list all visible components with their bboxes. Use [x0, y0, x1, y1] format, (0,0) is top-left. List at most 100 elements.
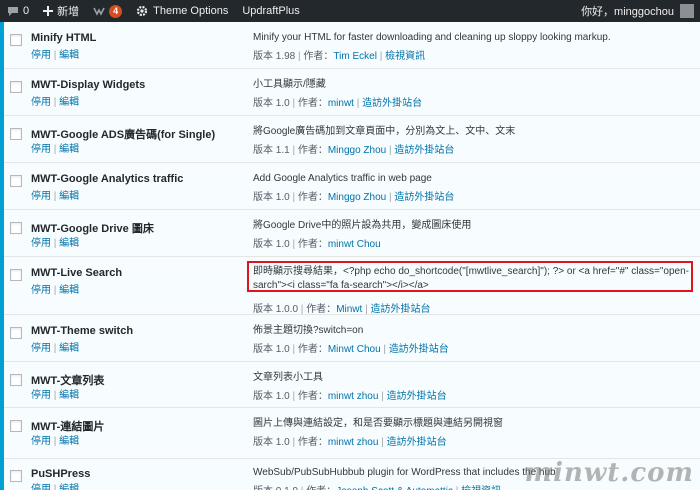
deactivate-link[interactable]: 停用 [31, 390, 51, 401]
deactivate-link[interactable]: 停用 [31, 97, 51, 108]
deactivate-link[interactable]: 停用 [31, 191, 51, 202]
plugin-description: Minify your HTML for faster downloading … [253, 32, 611, 43]
updates-menu[interactable]: 4 [86, 0, 129, 22]
edit-link[interactable]: 編輯 [59, 144, 79, 155]
plugin-site-link[interactable]: 造訪外掛站台 [394, 192, 454, 203]
author-link[interactable]: Minwt [336, 304, 362, 315]
plugin-description: 文章列表小工具 [253, 372, 323, 383]
edit-link[interactable]: 編輯 [59, 390, 79, 401]
author-link[interactable]: Joseph Scott & Automattic [336, 486, 453, 490]
plugin-site-link[interactable]: 造訪外掛站台 [370, 304, 430, 315]
plugin-site-link[interactable]: 造訪外掛站台 [389, 344, 449, 355]
avatar [680, 4, 694, 18]
edit-link[interactable]: 編輯 [59, 238, 79, 249]
plugin-checkbox[interactable] [10, 420, 22, 432]
author-link[interactable]: Tim Eckel [333, 51, 377, 62]
edit-link[interactable]: 編輯 [59, 343, 79, 354]
deactivate-link[interactable]: 停用 [31, 343, 51, 354]
new-label: 新增 [57, 6, 80, 18]
plugin-checkbox[interactable] [10, 175, 22, 187]
separator: | [51, 343, 60, 354]
comments-menu[interactable]: 0 [0, 0, 36, 22]
updates-count-badge: 4 [109, 4, 123, 18]
deactivate-link[interactable]: 停用 [31, 50, 51, 61]
plugin-version: 版本 1.0 [253, 344, 290, 355]
separator: | [51, 436, 60, 447]
edit-link[interactable]: 編輯 [59, 285, 79, 296]
plugin-site-link[interactable]: 造訪外掛站台 [362, 98, 422, 109]
plugin-version: 版本 1.0.0 [253, 304, 299, 315]
plugin-checkbox[interactable] [10, 269, 22, 281]
author-link[interactable]: Minggo Zhou [328, 192, 386, 203]
plugin-checkbox[interactable] [10, 34, 22, 46]
deactivate-link[interactable]: 停用 [31, 436, 51, 447]
plugin-meta: 版本 1.0.0 | 作者：Minwt | 造訪外掛站台 [253, 300, 430, 315]
comment-bubble-icon [7, 6, 19, 17]
plugin-checkbox[interactable] [10, 374, 22, 386]
separator: | [298, 304, 307, 315]
plugin-description: 小工具顯示/隱藏 [253, 79, 326, 90]
plugin-row: Minify HTML 停用 | 編輯 Minify your HTML for f… [0, 22, 700, 69]
plugin-name: PuSHPress [31, 468, 91, 480]
deactivate-link[interactable]: 停用 [31, 238, 51, 249]
plugin-meta: 版本 1.0 | 作者：Minwt Chou | 造訪外掛站台 [253, 340, 449, 355]
plugin-actions: 停用 | 編輯 [31, 187, 79, 202]
plugin-actions: 停用 | 編輯 [31, 432, 79, 447]
separator: | [380, 344, 389, 355]
plugin-name: MWT-Display Widgets [31, 79, 146, 91]
separator: | [298, 486, 306, 490]
updraftplus-label: UpdraftPlus [242, 5, 300, 17]
plugin-checkbox[interactable] [10, 128, 22, 140]
author-link[interactable]: minwt zhou [328, 391, 379, 402]
separator: | [289, 192, 298, 203]
plugin-version: 版本 1.0 [253, 192, 290, 203]
plugin-checkbox[interactable] [10, 222, 22, 234]
plugin-site-link[interactable]: 造訪外掛站台 [387, 437, 447, 448]
plugins-table: Minify HTML 停用 | 編輯 Minify your HTML for f… [0, 22, 700, 490]
plugin-meta: 版本 1.0 | 作者：minwt zhou | 造訪外掛站台 [253, 433, 447, 448]
comments-count: 0 [23, 5, 30, 17]
plugin-checkbox[interactable] [10, 470, 22, 482]
plugin-version: 版本 1.98 [253, 51, 296, 62]
theme-options-menu[interactable]: Theme Options [129, 0, 235, 22]
author-link[interactable]: minwt [328, 98, 354, 109]
plugin-site-link[interactable]: 造訪外掛站台 [387, 391, 447, 402]
deactivate-link[interactable]: 停用 [31, 144, 51, 155]
author-label: 作者： [297, 391, 328, 402]
author-link[interactable]: Minggo Zhou [328, 145, 386, 156]
author-link[interactable]: minwt zhou [328, 437, 379, 448]
plugin-actions: 停用 | 編輯 [31, 386, 79, 401]
updraftplus-menu[interactable]: UpdraftPlus [235, 0, 306, 22]
edit-link[interactable]: 編輯 [59, 191, 79, 202]
plugin-description: 即時顯示搜尋結果，<?php echo do_shortcode("[mwtli… [253, 266, 690, 291]
plugin-description: 將Google廣告碼加到文章頁面中，分別為文上、文中、文末 [253, 126, 516, 137]
plugin-meta: 版本 1.0 | 作者：minwt zhou | 造訪外掛站台 [253, 387, 447, 402]
plugin-actions: 停用 | 編輯 [31, 46, 79, 61]
edit-link[interactable]: 編輯 [59, 97, 79, 108]
author-link[interactable]: minwt Chou [328, 239, 381, 250]
admin-bar: 0 新增 4 Theme Options UpdraftPlus 你好，ming… [0, 0, 700, 22]
edit-link[interactable]: 編輯 [59, 436, 79, 447]
account-menu[interactable]: 你好，minggochou [581, 3, 700, 19]
plugin-version: 版本 1.0 [253, 239, 290, 250]
new-content-menu[interactable]: 新增 [36, 0, 86, 22]
greeting: 你好，minggochou [581, 6, 674, 18]
separator: | [378, 391, 387, 402]
plugin-checkbox[interactable] [10, 81, 22, 93]
edit-link[interactable]: 編輯 [59, 50, 79, 61]
plugin-site-link[interactable]: 檢視資訊 [461, 486, 501, 490]
deactivate-link[interactable]: 停用 [31, 484, 51, 490]
edit-link[interactable]: 編輯 [59, 484, 79, 490]
plugin-actions: 停用 | 編輯 [31, 281, 79, 296]
plugin-site-link[interactable]: 檢視資訊 [385, 51, 425, 62]
plugin-name: MWT-Theme switch [31, 325, 134, 337]
plugin-meta: 版本 1.1 | 作者：Minggo Zhou | 造訪外掛站台 [253, 141, 454, 156]
separator: | [51, 238, 60, 249]
separator: | [51, 50, 60, 61]
deactivate-link[interactable]: 停用 [31, 285, 51, 296]
plugin-checkbox[interactable] [10, 327, 22, 339]
plugin-site-link[interactable]: 造訪外掛站台 [394, 145, 454, 156]
plugin-row: MWT-Google ADS廣告碼(for Single) 停用 | 編輯 將Goo… [0, 116, 700, 163]
plugin-meta: 版本 0.1.9 | 作者：Joseph Scott & Automattic … [253, 482, 501, 490]
author-link[interactable]: Minwt Chou [328, 344, 381, 355]
